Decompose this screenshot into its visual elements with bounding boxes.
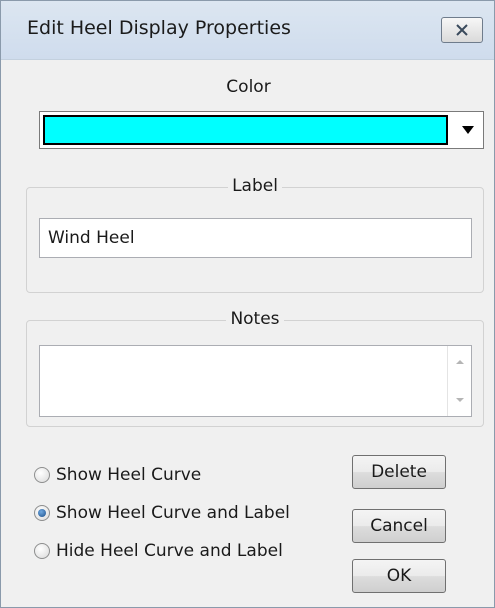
radio-show-heel-curve-and-label[interactable]: Show Heel Curve and Label <box>34 501 290 525</box>
title-bar[interactable]: Edit Heel Display Properties <box>1 1 494 60</box>
notes-textarea[interactable] <box>39 345 472 417</box>
notes-group-legend: Notes <box>226 309 284 329</box>
scroll-up-arrow-icon <box>456 360 464 364</box>
radio-button[interactable] <box>34 505 50 521</box>
close-button[interactable] <box>441 17 483 43</box>
color-dropdown-toggle[interactable] <box>453 112 483 148</box>
radio-button[interactable] <box>34 467 50 483</box>
scroll-down-arrow-icon <box>456 398 464 402</box>
label-group-legend: Label <box>228 176 282 196</box>
radio-button[interactable] <box>34 543 50 559</box>
radio-hide-heel-curve-and-label[interactable]: Hide Heel Curve and Label <box>34 539 283 563</box>
notes-scrollbar[interactable] <box>447 346 471 416</box>
delete-button[interactable]: Delete <box>352 455 446 489</box>
notes-group: Notes <box>26 309 484 427</box>
cancel-button[interactable]: Cancel <box>352 509 446 543</box>
label-group: Label <box>26 176 484 293</box>
window-title: Edit Heel Display Properties <box>27 17 291 39</box>
dropdown-arrow-icon <box>462 126 474 134</box>
color-label: Color <box>226 77 271 97</box>
scroll-down-button[interactable] <box>448 390 472 410</box>
scroll-up-button[interactable] <box>448 352 472 372</box>
close-x-icon <box>456 24 468 36</box>
radio-label: Show Heel Curve and Label <box>56 503 290 523</box>
radio-label: Show Heel Curve <box>56 465 202 485</box>
label-input[interactable] <box>39 218 472 258</box>
ok-button[interactable]: OK <box>352 559 446 593</box>
color-dropdown[interactable] <box>39 111 484 149</box>
radio-show-heel-curve[interactable]: Show Heel Curve <box>34 463 201 487</box>
radio-label: Hide Heel Curve and Label <box>56 541 283 561</box>
edit-heel-display-properties-dialog: Edit Heel Display Properties Color Label… <box>0 0 495 608</box>
color-swatch <box>43 115 448 145</box>
